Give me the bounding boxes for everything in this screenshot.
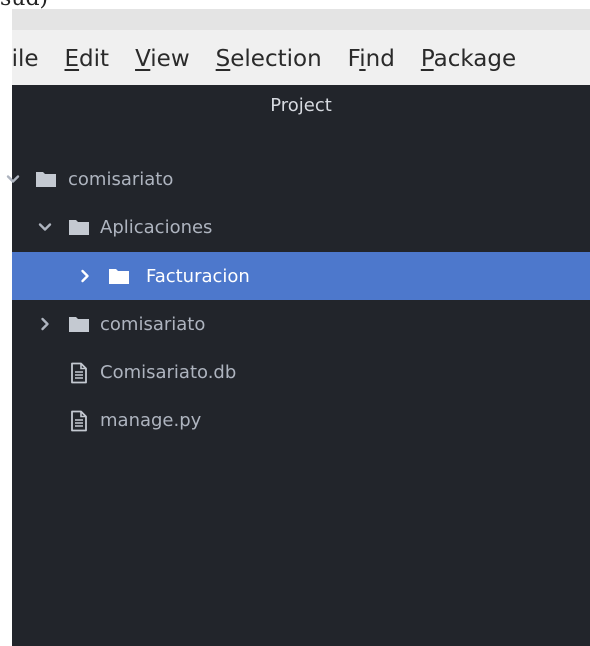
tree-item-label: Aplicaciones xyxy=(100,216,213,238)
chevron-right-icon[interactable] xyxy=(38,317,52,331)
folder-icon xyxy=(35,169,57,189)
file-text-icon xyxy=(68,410,90,432)
chevron-right-icon[interactable] xyxy=(78,269,92,283)
tree-row-comisariato-root[interactable]: comisariato xyxy=(6,155,590,203)
tree-row-comisariato-db[interactable]: Comisariato.db xyxy=(12,348,590,396)
menu-edit-post: dit xyxy=(79,46,110,72)
tree-row-facturacion[interactable]: Facturacion xyxy=(12,252,590,300)
menu-selection-mnemonic: S xyxy=(215,46,231,72)
editor-window: File Edit View Selection Find Package Pr… xyxy=(6,9,590,646)
folder-icon xyxy=(68,217,90,237)
menu-view-post: iew xyxy=(150,46,190,72)
menu-selection[interactable]: Selection xyxy=(216,46,322,72)
chevron-down-icon[interactable] xyxy=(38,220,52,234)
panel-title: Project xyxy=(270,95,332,116)
folder-icon xyxy=(108,266,130,286)
project-tree-panel: Project comisariato Aplicaciones Factura… xyxy=(6,85,590,646)
menu-items: File Edit View Selection Find Package xyxy=(12,41,542,77)
tree-item-label: manage.py xyxy=(100,409,202,431)
menu-find[interactable]: Find xyxy=(348,46,395,72)
menu-find-pre: F xyxy=(347,46,360,72)
menu-bar: File Edit View Selection Find Package xyxy=(12,9,590,85)
menu-packages-post: ackage xyxy=(433,46,517,72)
menu-packages[interactable]: Package xyxy=(421,46,516,72)
menu-file[interactable]: File xyxy=(12,46,39,72)
menu-edit-mnemonic: E xyxy=(64,46,80,72)
menu-edit[interactable]: Edit xyxy=(65,46,110,72)
menu-view-mnemonic: V xyxy=(135,46,151,72)
chevron-down-icon[interactable] xyxy=(6,172,20,186)
tree-item-label: comisariato xyxy=(68,168,174,190)
tree-row-comisariato-sub[interactable]: comisariato xyxy=(12,300,590,348)
menu-selection-post: election xyxy=(230,46,322,72)
menu-view[interactable]: View xyxy=(135,46,190,72)
menu-packages-mnemonic: P xyxy=(420,46,434,72)
tree-item-label: Comisariato.db xyxy=(100,361,237,383)
tree-item-label: comisariato xyxy=(100,313,206,335)
title-strip xyxy=(12,9,590,30)
screenshot: sud) File Edit View Selection Find Packa… xyxy=(0,0,590,646)
tree-row-aplicaciones[interactable]: Aplicaciones xyxy=(12,203,590,251)
folder-icon xyxy=(68,314,90,334)
tree-row-manage-py[interactable]: manage.py xyxy=(12,396,590,444)
menu-find-post: nd xyxy=(365,46,395,72)
tree-item-label: Facturacion xyxy=(146,265,250,287)
menu-file-post: ile xyxy=(12,46,39,72)
file-text-icon xyxy=(68,362,90,384)
